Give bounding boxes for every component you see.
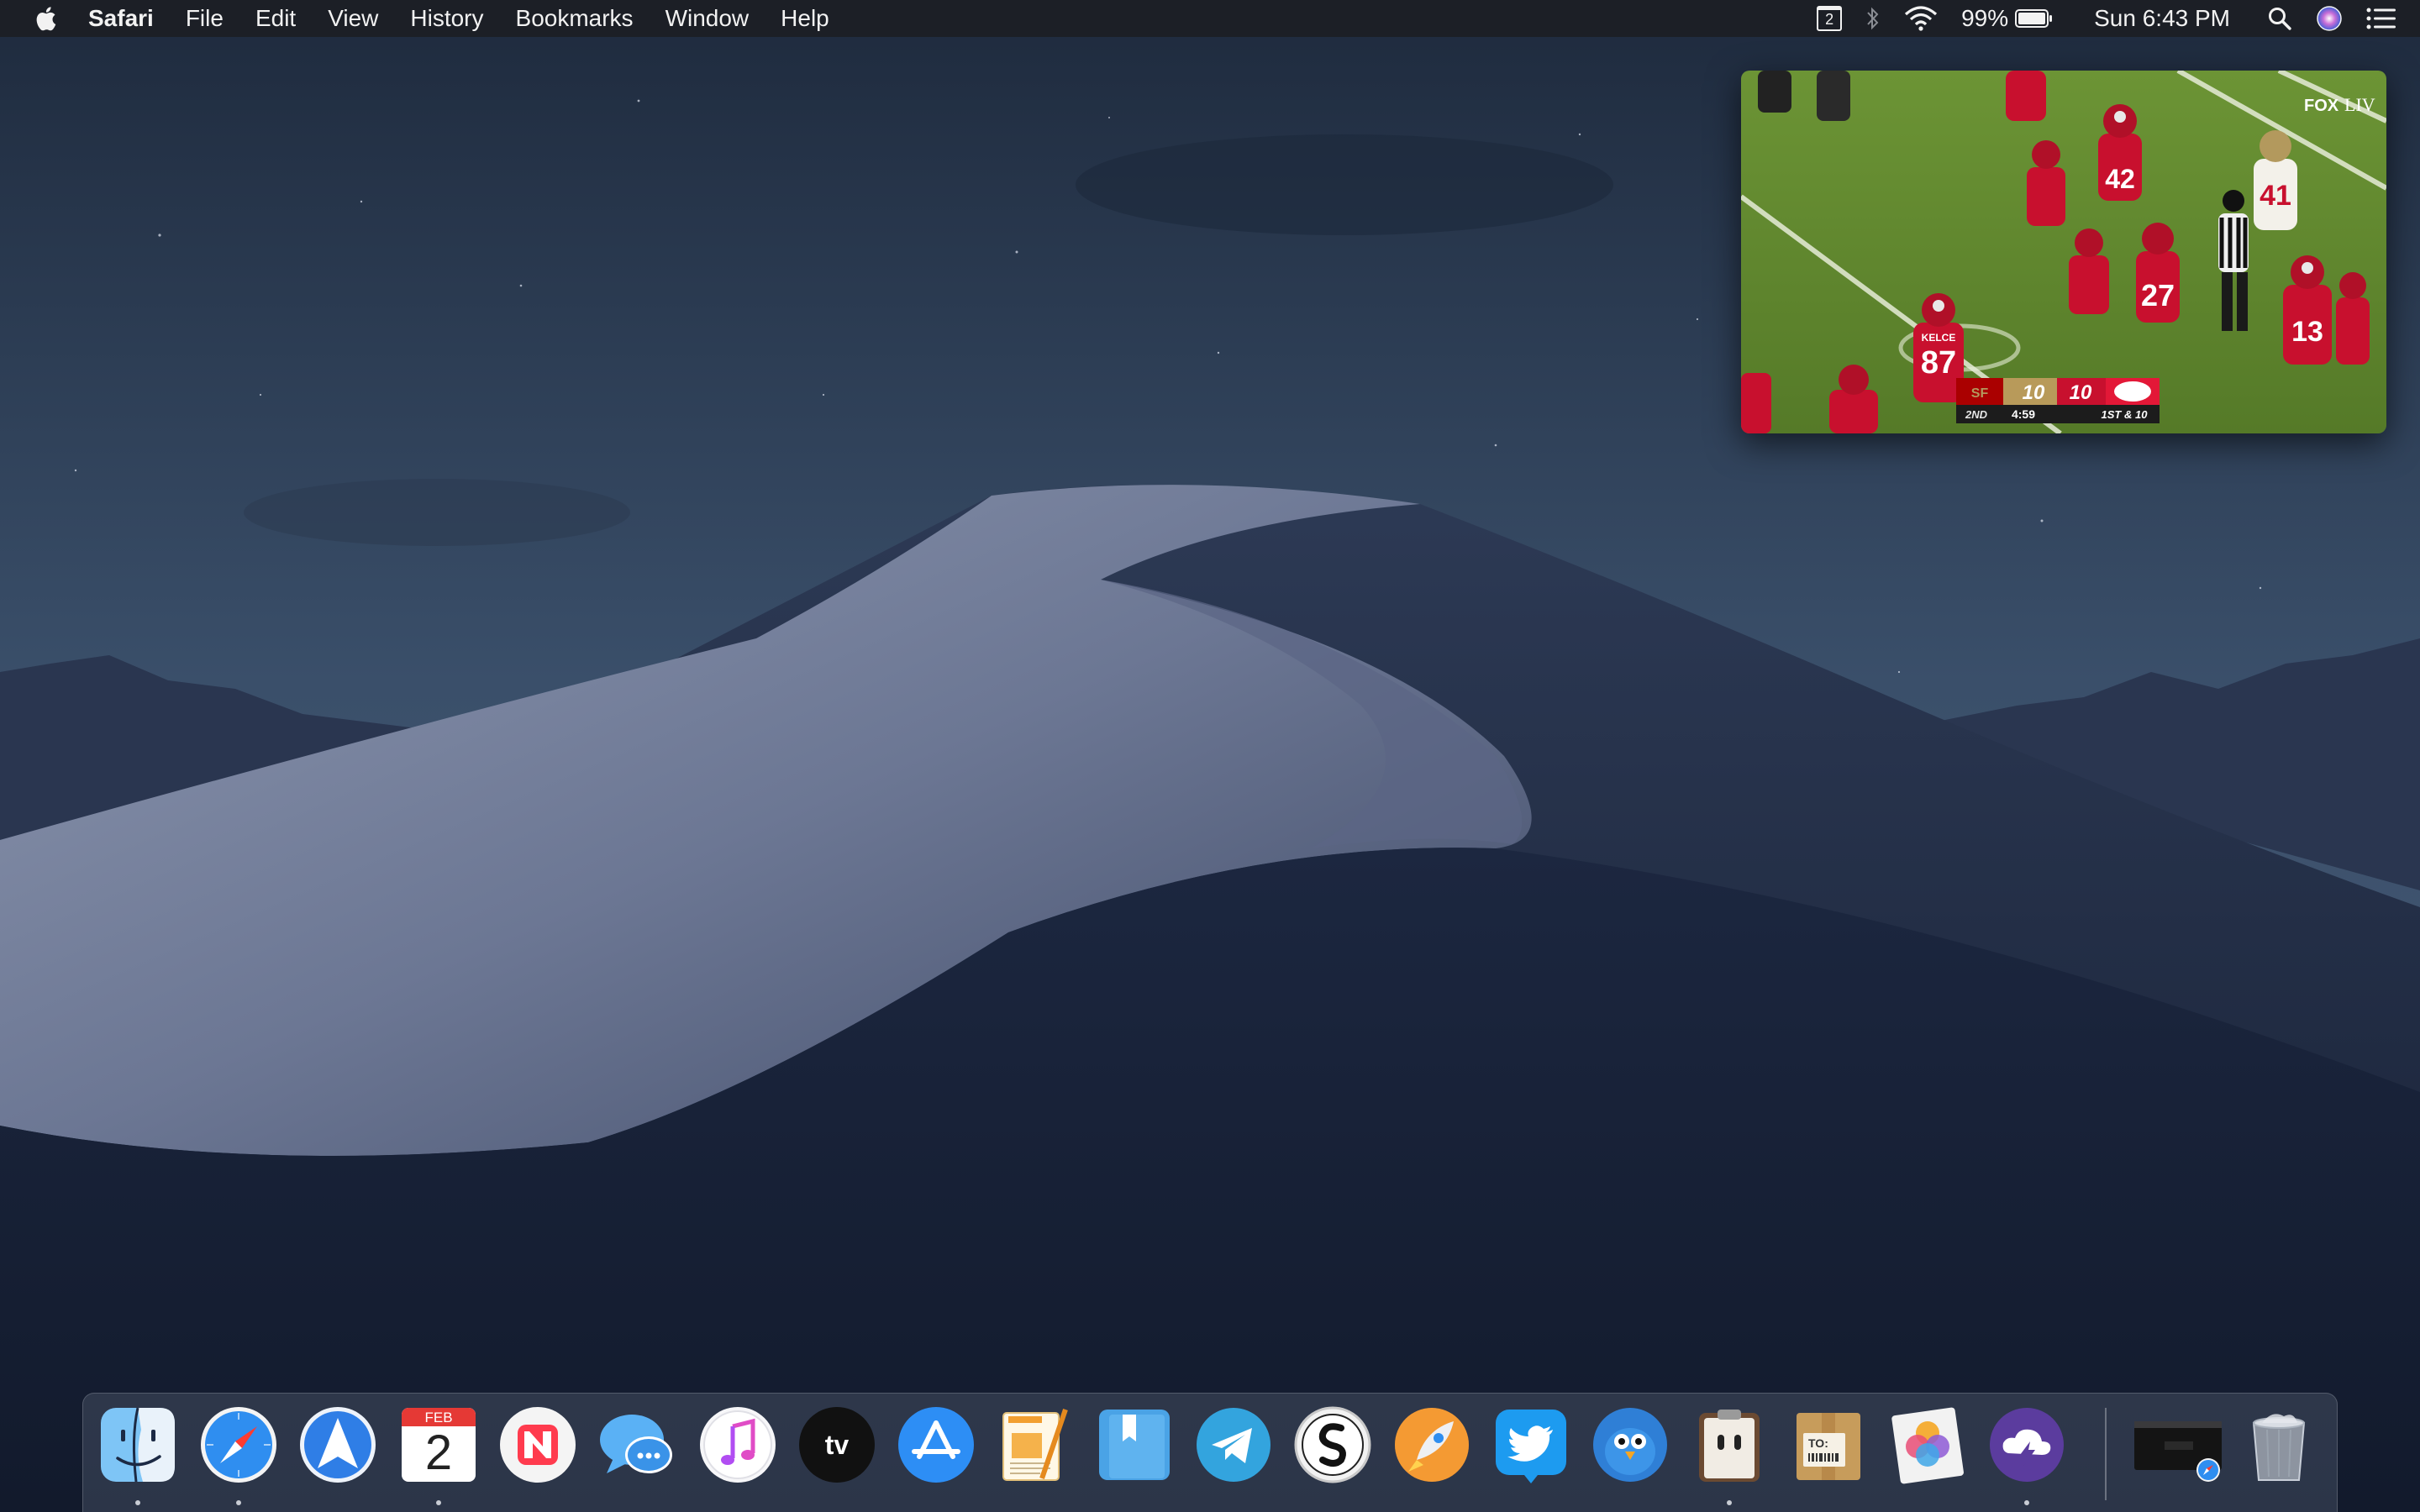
calendar-month: FEB [424, 1410, 453, 1425]
bluetooth-icon[interactable] [1854, 0, 1892, 37]
dock-news-icon[interactable] [497, 1404, 578, 1485]
game-clock: 4:59 [2012, 407, 2035, 421]
score-bug: SF 10 10 2ND 4:59 1ST & 10 [1956, 378, 2160, 423]
spaces-number: 2 [1817, 6, 1843, 31]
dock-spark-icon[interactable] [297, 1404, 378, 1485]
dock-running-indicator [436, 1500, 441, 1505]
notification-center-icon[interactable] [2354, 0, 2420, 37]
down-and-distance: 1ST & 10 [2102, 408, 2149, 421]
dock-deliveries-icon[interactable]: TO: [1788, 1404, 1869, 1485]
network-logo: FOX [2304, 97, 2339, 115]
dock-app-store-icon[interactable] [896, 1404, 976, 1485]
spotlight-search-icon[interactable] [2255, 0, 2304, 37]
jersey-number: 27 [2141, 278, 2175, 312]
dock-pixelmator-photo-icon[interactable] [1887, 1404, 1968, 1485]
home-score: 10 [2070, 381, 2092, 404]
battery-icon[interactable] [2012, 0, 2065, 37]
dock-running-indicator [2024, 1500, 2029, 1505]
deliveries-label: TO: [1808, 1436, 1828, 1450]
jersey-name: KELCE [1922, 332, 1956, 344]
tv-app-label: tv [824, 1430, 850, 1460]
picture-in-picture-video[interactable]: 87 KELCE 27 13 42 41 FOX LIV SF 10 10 2N… [1741, 71, 2386, 433]
menu-file[interactable]: File [170, 0, 239, 37]
menu-help[interactable]: Help [765, 0, 845, 37]
menu-bar: Safari File Edit View History Bookmarks … [0, 0, 2420, 37]
dock-separator [2105, 1408, 2107, 1500]
dock-telegram-icon[interactable] [1193, 1404, 1274, 1485]
dock-cloudmounter-icon[interactable] [1986, 1404, 2067, 1485]
dock-messages-icon[interactable] [597, 1404, 677, 1485]
dock-running-indicator [135, 1500, 140, 1505]
dock-safari-icon[interactable] [198, 1404, 279, 1485]
menu-edit[interactable]: Edit [239, 0, 312, 37]
dock-tweetbot-icon[interactable] [1590, 1404, 1670, 1485]
menu-history[interactable]: History [394, 0, 499, 37]
jersey-number: 41 [2260, 180, 2291, 212]
menu-bookmarks[interactable]: Bookmarks [500, 0, 650, 37]
dock-day-one-icon[interactable] [1094, 1404, 1175, 1485]
away-team-logo: SF [1971, 386, 1989, 401]
dock-pastebot-icon[interactable] [1689, 1404, 1770, 1485]
dock-rocket-typist-icon[interactable] [1392, 1404, 1472, 1485]
menu-window[interactable]: Window [650, 0, 765, 37]
jersey-number: 13 [2291, 316, 2323, 348]
dock-finder-icon[interactable] [97, 1404, 178, 1485]
dock-itunes-icon[interactable] [697, 1404, 778, 1485]
dock-twitter-icon[interactable] [1491, 1404, 1571, 1485]
dock-scrivener-icon[interactable] [1292, 1404, 1373, 1485]
jersey-number: 42 [2105, 164, 2135, 194]
dock-minimized-safari-window[interactable] [2131, 1404, 2225, 1485]
dock-running-indicator [236, 1500, 241, 1505]
menu-view[interactable]: View [312, 0, 394, 37]
away-score: 10 [2023, 381, 2045, 404]
battery-percentage[interactable]: 99% [1949, 0, 2012, 37]
dock-pages-icon[interactable] [995, 1404, 1076, 1485]
dock-tv-icon[interactable]: tv [797, 1404, 877, 1485]
menu-app-name[interactable]: Safari [72, 0, 170, 37]
wifi-icon[interactable] [1892, 0, 1949, 37]
apple-logo-icon[interactable] [22, 0, 72, 37]
siri-icon[interactable] [2304, 0, 2354, 37]
dock-trash-icon[interactable] [2238, 1404, 2319, 1485]
dock-calendar-icon[interactable]: FEB 2 [398, 1404, 479, 1485]
dock-running-indicator [1727, 1500, 1732, 1505]
jersey-number: 87 [1921, 345, 1956, 381]
spaces-icon[interactable]: 2 [1805, 0, 1854, 37]
menu-bar-clock[interactable]: Sun 6:43 PM [2065, 0, 2255, 37]
calendar-day: 2 [424, 1425, 453, 1480]
super-bowl-logo: LIV [2344, 94, 2375, 115]
menu-bar-status-area: 2 99% Sun 6:43 PM [1805, 0, 2420, 37]
game-quarter: 2ND [1965, 408, 1988, 421]
